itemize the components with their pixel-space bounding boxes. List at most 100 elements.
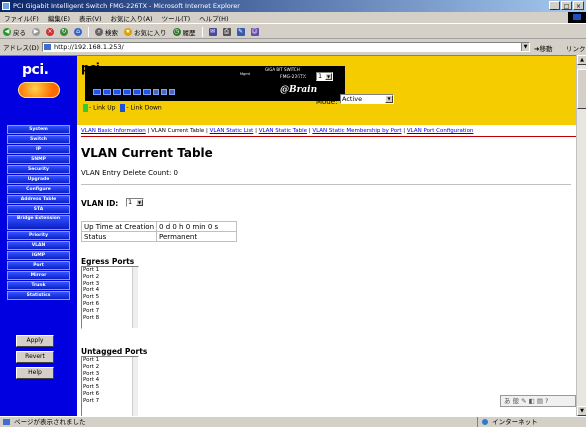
list-item[interactable]: Port 8 (83, 315, 138, 322)
list-item[interactable]: Port 6 (83, 301, 138, 308)
port-led[interactable] (103, 89, 111, 95)
revert-button[interactable]: Revert (16, 351, 54, 363)
port-led[interactable] (123, 89, 131, 95)
uptime-label: Up Time at Creation (80, 221, 158, 232)
unit-label: Unit: (294, 74, 311, 82)
back-button[interactable]: ◀ 戻る (3, 27, 26, 37)
edit-icon[interactable]: ✎ (236, 27, 245, 36)
scroll-up-icon[interactable]: ▲ (577, 55, 586, 65)
list-scrollbar[interactable] (132, 357, 138, 416)
link-up-swatch (83, 104, 88, 112)
help-button[interactable]: Help (16, 367, 54, 379)
port-led[interactable] (143, 89, 151, 95)
scroll-down-icon[interactable]: ▼ (577, 406, 586, 416)
chevron-down-icon[interactable]: ▼ (385, 95, 393, 103)
address-input[interactable]: http://192.168.1.253/ ▼ (42, 42, 530, 52)
list-scrollbar[interactable] (132, 267, 138, 328)
list-item[interactable]: Port 2 (83, 364, 138, 371)
port-led[interactable] (161, 89, 167, 95)
menu-help[interactable]: ヘルプ(H) (199, 13, 228, 23)
list-item[interactable]: Port 4 (83, 287, 138, 294)
list-item[interactable]: Port 5 (83, 384, 138, 391)
menu-favorites[interactable]: お気に入り(A) (111, 13, 153, 23)
links-button[interactable]: リンク (566, 43, 586, 53)
menu-edit[interactable]: 編集(E) (48, 13, 70, 23)
print-icon[interactable]: ⎙ (222, 27, 231, 36)
address-dropdown-icon[interactable]: ▼ (521, 43, 529, 51)
list-item[interactable]: Port 3 (83, 371, 138, 378)
refresh-icon[interactable]: ↻ (60, 27, 68, 36)
messenger-icon[interactable]: ☺ (250, 27, 259, 36)
list-item[interactable]: Port 3 (83, 281, 138, 288)
port-led[interactable] (113, 89, 121, 95)
vlan-tab-links: VLAN Basic Information | VLAN Current Ta… (81, 128, 474, 134)
scroll-thumb[interactable] (577, 69, 586, 109)
nav-item-address-table[interactable]: Address Table (7, 195, 70, 204)
go-button[interactable]: ➜移動 (534, 43, 552, 53)
unit-select[interactable]: 1 ▼ (316, 72, 333, 81)
page-icon (44, 44, 51, 50)
back-arrow-icon: ◀ (3, 27, 11, 36)
nav-item-port[interactable]: Port (7, 261, 70, 270)
nav-item-upgrade[interactable]: Upgrade (7, 175, 70, 184)
port-led[interactable] (93, 89, 101, 95)
apply-button[interactable]: Apply (16, 335, 54, 347)
nav-item-priority[interactable]: Priority (7, 231, 70, 240)
chevron-down-icon[interactable]: ▼ (325, 73, 332, 80)
list-item[interactable]: Port 1 (83, 357, 138, 364)
nav-item-snmp[interactable]: SNMP (7, 155, 70, 164)
port-led[interactable] (153, 89, 159, 95)
security-zone: インターネット (477, 417, 538, 427)
chevron-down-icon[interactable]: ▼ (136, 199, 143, 206)
list-item[interactable]: Port 4 (83, 377, 138, 384)
menu-view[interactable]: 表示(V) (79, 13, 102, 23)
nav-item-system[interactable]: System (7, 125, 70, 134)
history-button[interactable]: ◷ 履歴 (172, 27, 196, 37)
tab-vlan-port-configuration[interactable]: VLAN Port Configuration (407, 128, 474, 134)
mode-select[interactable]: Active ▼ (340, 94, 394, 104)
port-led[interactable] (169, 89, 175, 95)
stop-icon[interactable]: × (46, 27, 54, 36)
minimize-button[interactable]: _ (549, 1, 560, 10)
mail-icon[interactable]: ✉ (208, 27, 217, 36)
nav-item-vlan[interactable]: VLAN (7, 241, 70, 250)
list-item[interactable]: Port 2 (83, 274, 138, 281)
tab-vlan-static-membership[interactable]: VLAN Static Membership by Port (312, 128, 401, 134)
untagged-ports-list[interactable]: Port 1 Port 2 Port 3 Port 4 Port 5 Port … (81, 356, 139, 416)
close-button[interactable]: × (573, 1, 584, 10)
nav-item-igmp[interactable]: IGMP (7, 251, 70, 260)
list-item[interactable]: Port 7 (83, 398, 138, 405)
nav-item-statistics[interactable]: Statistics (7, 291, 70, 300)
forward-button[interactable]: ▶ (32, 27, 40, 36)
favorites-button[interactable]: ★ お気に入り (124, 27, 167, 37)
home-icon[interactable]: ⌂ (74, 27, 82, 36)
tab-vlan-basic-information[interactable]: VLAN Basic Information (81, 128, 146, 134)
nav-item-mirror[interactable]: Mirror (7, 271, 70, 280)
maximize-button[interactable]: □ (561, 1, 572, 10)
menu-tools[interactable]: ツール(T) (162, 13, 191, 23)
list-item[interactable]: Port 7 (83, 308, 138, 315)
menu-bar: ファイル(F) 編集(E) 表示(V) お気に入り(A) ツール(T) ヘルプ(… (0, 12, 586, 24)
table-row: Status Permanent (80, 231, 238, 242)
port-led[interactable] (133, 89, 141, 95)
tab-vlan-static-table[interactable]: VLAN Static Table (259, 128, 307, 134)
nav-item-switch[interactable]: Switch (7, 135, 70, 144)
nav-item-configure[interactable]: Configure (7, 185, 70, 194)
egress-ports-list[interactable]: Port 1 Port 2 Port 3 Port 4 Port 5 Port … (81, 266, 139, 329)
nav-item-ip[interactable]: IP (7, 145, 70, 154)
page-scrollbar[interactable]: ▲ ▼ (576, 55, 586, 416)
search-button[interactable]: ⌕ 検索 (95, 27, 118, 37)
nav-item-bridge-extension[interactable]: Bridge Extension (7, 215, 70, 230)
ime-toolbar[interactable]: あ 般 ✎ ◧ ▤ ? (500, 395, 576, 407)
nav-item-sta[interactable]: STA (7, 205, 70, 214)
list-item[interactable]: Port 5 (83, 294, 138, 301)
status-label: Status (80, 231, 158, 242)
nav-item-security[interactable]: Security (7, 165, 70, 174)
list-item[interactable]: Port 1 (83, 267, 138, 274)
nav-item-trunk[interactable]: Trunk (7, 281, 70, 290)
menu-file[interactable]: ファイル(F) (4, 13, 39, 23)
tab-vlan-current-table[interactable]: VLAN Current Table (151, 128, 204, 134)
list-item[interactable]: Port 6 (83, 391, 138, 398)
tab-vlan-static-list[interactable]: VLAN Static List (210, 128, 254, 134)
vlan-id-select[interactable]: 1 ▼ (126, 198, 144, 207)
